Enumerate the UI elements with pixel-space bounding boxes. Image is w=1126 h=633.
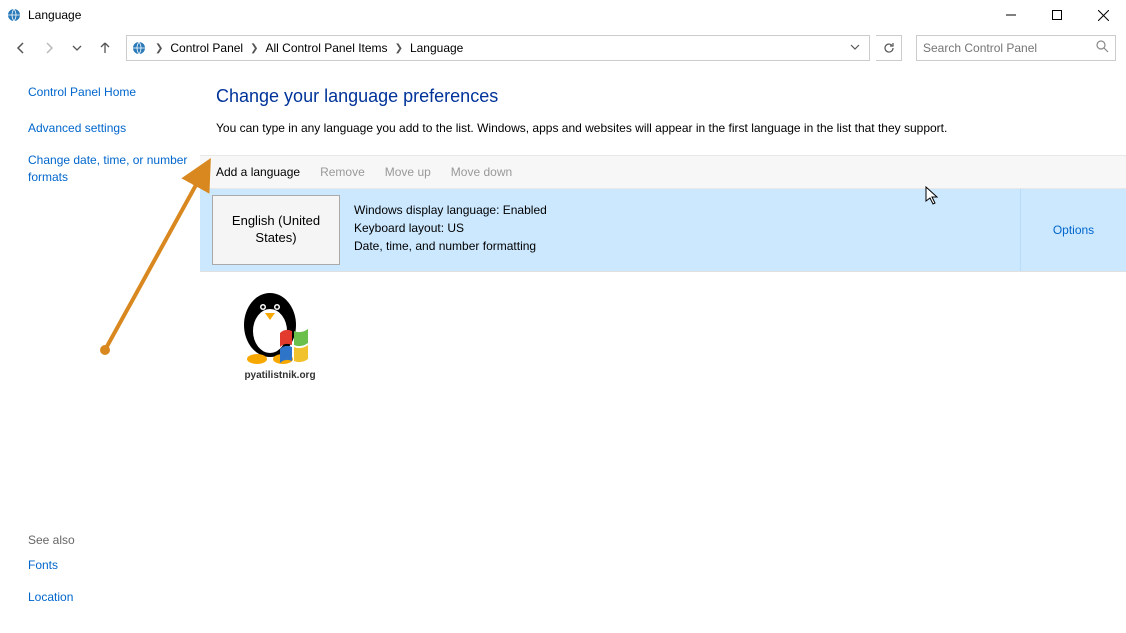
remove-button[interactable]: Remove: [320, 165, 365, 179]
forward-button[interactable]: [38, 37, 60, 59]
search-input[interactable]: [923, 41, 1096, 55]
search-icon: [1096, 40, 1109, 56]
crumb-language[interactable]: Language: [407, 41, 466, 55]
title-bar: Language: [0, 0, 1126, 30]
page-description: You can type in any language you add to …: [216, 121, 1126, 135]
minimize-button[interactable]: [988, 0, 1034, 30]
up-button[interactable]: [94, 37, 116, 59]
add-language-button[interactable]: Add a language: [216, 165, 300, 179]
watermark-text: pyatilistnik.org: [220, 370, 340, 381]
window-title: Language: [28, 8, 81, 22]
recent-dropdown[interactable]: [66, 37, 88, 59]
language-options-link[interactable]: Options: [1053, 223, 1094, 237]
content-body: Control Panel Home Advanced settings Cha…: [0, 66, 1126, 633]
language-row[interactable]: English (United States) Windows display …: [200, 189, 1126, 272]
crumb-all-items[interactable]: All Control Panel Items: [263, 41, 391, 55]
breadcrumb[interactable]: ❯ Control Panel ❯ All Control Panel Item…: [126, 35, 870, 61]
seealso-link-location[interactable]: Location: [28, 589, 75, 605]
back-button[interactable]: [10, 37, 32, 59]
sidebar-link-advanced[interactable]: Advanced settings: [28, 120, 200, 136]
moveup-button[interactable]: Move up: [385, 165, 431, 179]
language-name-box: English (United States): [212, 195, 340, 265]
maximize-button[interactable]: [1034, 0, 1080, 30]
detail-display-language: Windows display language: Enabled: [354, 201, 1006, 219]
address-dropdown[interactable]: [844, 41, 866, 55]
see-also-heading: See also: [28, 533, 75, 547]
sidebar-home-link[interactable]: Control Panel Home: [28, 84, 200, 100]
detail-formatting: Date, time, and number formatting: [354, 237, 1006, 255]
see-also-section: See also Fonts Location: [28, 533, 75, 621]
page-heading: Change your language preferences: [216, 86, 1126, 107]
movedown-button[interactable]: Move down: [451, 165, 512, 179]
refresh-button[interactable]: [876, 35, 902, 61]
sidebar: Control Panel Home Advanced settings Cha…: [0, 66, 200, 633]
breadcrumb-separator: ❯: [391, 43, 407, 54]
close-button[interactable]: [1080, 0, 1126, 30]
breadcrumb-separator: ❯: [151, 43, 167, 54]
navigation-bar: ❯ Control Panel ❯ All Control Panel Item…: [0, 30, 1126, 66]
language-details: Windows display language: Enabled Keyboa…: [340, 189, 1020, 271]
breadcrumb-separator: ❯: [246, 43, 262, 54]
seealso-link-fonts[interactable]: Fonts: [28, 557, 75, 573]
app-icon: [6, 7, 22, 23]
search-box[interactable]: [916, 35, 1116, 61]
crumb-control-panel[interactable]: Control Panel: [167, 41, 246, 55]
watermark-logo: pyatilistnik.org: [220, 275, 340, 389]
language-options-cell: Options: [1020, 189, 1126, 271]
language-toolbar: Add a language Remove Move up Move down: [200, 155, 1126, 189]
detail-keyboard-layout: Keyboard layout: US: [354, 219, 1006, 237]
sidebar-link-datetime[interactable]: Change date, time, or number formats: [28, 152, 200, 184]
path-icon: [130, 39, 148, 57]
window-controls: [988, 0, 1126, 30]
